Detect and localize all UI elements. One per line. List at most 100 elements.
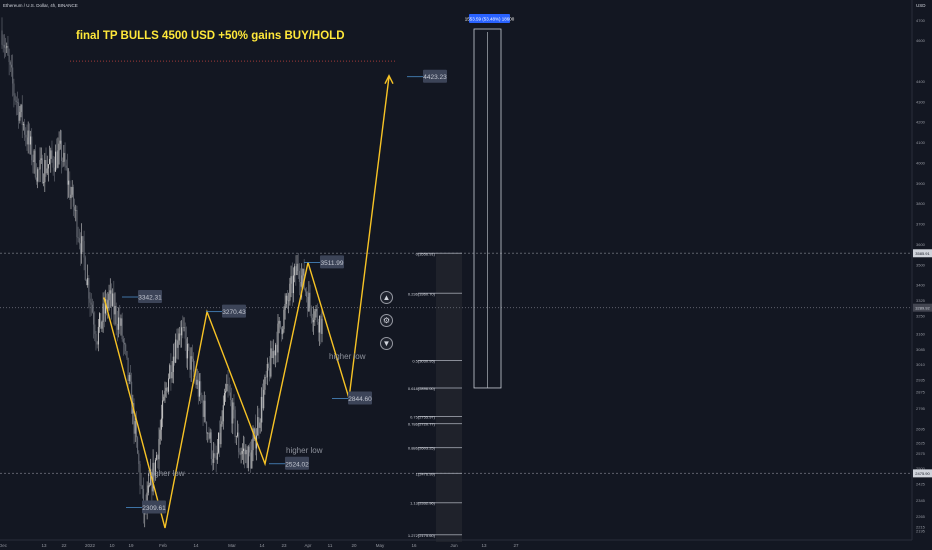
candle-body [134,421,136,434]
candle-body [28,130,30,145]
time-tick: 23 [281,543,287,548]
fib-level-label: 0.886(2603.25) [408,446,436,451]
candle-body [78,238,80,244]
candle-body [91,304,93,313]
candle-body [137,437,139,454]
candle-body [22,124,24,125]
candle-body [251,450,253,469]
candle-body [156,455,158,460]
candle-body [264,376,266,390]
candle-body [163,396,165,401]
candle-body [228,385,230,393]
candle-body [279,320,281,328]
price-tick: 2345 [916,498,926,503]
candle-body [87,278,89,286]
settings-icon[interactable]: ⚙ [380,314,393,327]
candle-body [172,356,174,372]
candle-body [66,167,68,185]
price-tick: 4200 [916,120,926,125]
candle-body [166,387,168,392]
candle-body [227,384,229,386]
candle-body [283,309,285,330]
candle-body [120,318,122,326]
candle-body [103,303,105,314]
time-tick: Apr [304,543,312,548]
candle-body [244,448,246,455]
candle-body [308,292,310,312]
candle-body [85,279,87,286]
candle-body [102,303,104,322]
candle-body [62,160,64,162]
candle-body [75,210,77,211]
candle-body [93,312,95,325]
candle-body [238,432,240,453]
candle-body [246,449,248,468]
price-tick: 4100 [916,140,926,145]
candle-body [40,158,42,161]
candle-body [306,291,308,297]
candle-body [175,339,177,363]
candle-body [164,390,166,397]
arrow-down-icon[interactable]: ▼ [380,337,393,350]
time-tick: Dec [0,543,8,548]
candle-body [281,327,283,335]
candle-body [35,177,37,182]
price-tick: 3800 [916,201,926,206]
candle-body [90,302,92,305]
candle-body [169,365,171,379]
candle-body [190,356,192,370]
candle-body [239,452,241,455]
candle-body [124,342,126,345]
candle-body [99,313,101,327]
candle-body [273,351,275,356]
candle-body [116,323,118,330]
candle-body [193,358,195,372]
candle-body [119,317,121,326]
candle-body [313,320,315,323]
candle-body [212,459,214,463]
candle-body [63,152,65,162]
candle-body [232,402,234,424]
candle-body [59,140,61,144]
price-tick: 2265 [916,514,926,519]
candle-body [247,446,249,468]
price-tick: 3010 [916,362,926,367]
time-tick: 22 [61,543,67,548]
candle-body [226,384,228,392]
candle-body [52,158,54,168]
candle-body [149,484,151,486]
candle-body [260,396,262,423]
candle-body [231,400,233,424]
candle-body [25,134,27,138]
candle-body [83,241,85,258]
fib-level-label: 0.618(2896.00) [408,386,436,391]
candle-body [147,485,149,493]
candle-body [100,313,102,329]
candle-body [300,281,302,287]
candle-body [43,182,45,183]
arrow-up-icon[interactable]: ▲ [380,291,393,304]
price-chart[interactable]: 0(3556.91) 0.236(3360.70) 0.5(3030.95) 0.61… [0,0,932,550]
candle-body [320,315,322,334]
symbol-title: Ethereum / U.S. Dollar, 4h, BINANCE [3,3,78,8]
price-tick: 2795 [916,406,926,411]
price-badge-label: 2475.90 [915,471,930,476]
candle-body [314,311,316,321]
candle-body [241,450,243,454]
candle-body [257,417,259,436]
candle-body [235,436,237,437]
candle-body [248,446,250,453]
candle-body [215,456,217,460]
candle-body [173,356,175,363]
candle-body [16,102,18,103]
candle-body [31,136,33,161]
candle-body [97,326,99,345]
candle-body [140,485,142,487]
candle-body [32,160,34,163]
time-tick: Mar [228,543,236,548]
candle-body [70,194,72,199]
candle-body [207,433,209,434]
time-tick: 16 [411,543,417,548]
candle-body [128,374,130,382]
candle-body [88,278,90,299]
